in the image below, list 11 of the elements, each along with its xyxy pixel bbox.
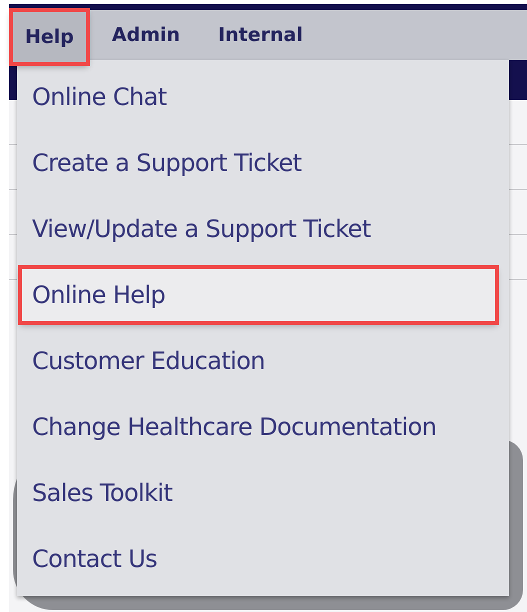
menu-tab[interactable]: Admin: [98, 10, 194, 60]
menu-item[interactable]: Online Chat: [20, 69, 497, 125]
menu-tab[interactable]: Internal: [204, 10, 317, 60]
menu-item[interactable]: Sales Toolkit: [20, 465, 497, 521]
menu-tab[interactable]: Help: [11, 10, 88, 64]
menu-item[interactable]: Online Help: [20, 267, 497, 323]
menu-item[interactable]: Customer Education: [20, 333, 497, 389]
menu-item[interactable]: Contact Us: [20, 531, 497, 587]
menu-item[interactable]: Create a Support Ticket: [20, 135, 497, 191]
menu-item[interactable]: View/Update a Support Ticket: [20, 201, 497, 257]
menu-item[interactable]: Change Healthcare Documentation: [20, 399, 497, 455]
